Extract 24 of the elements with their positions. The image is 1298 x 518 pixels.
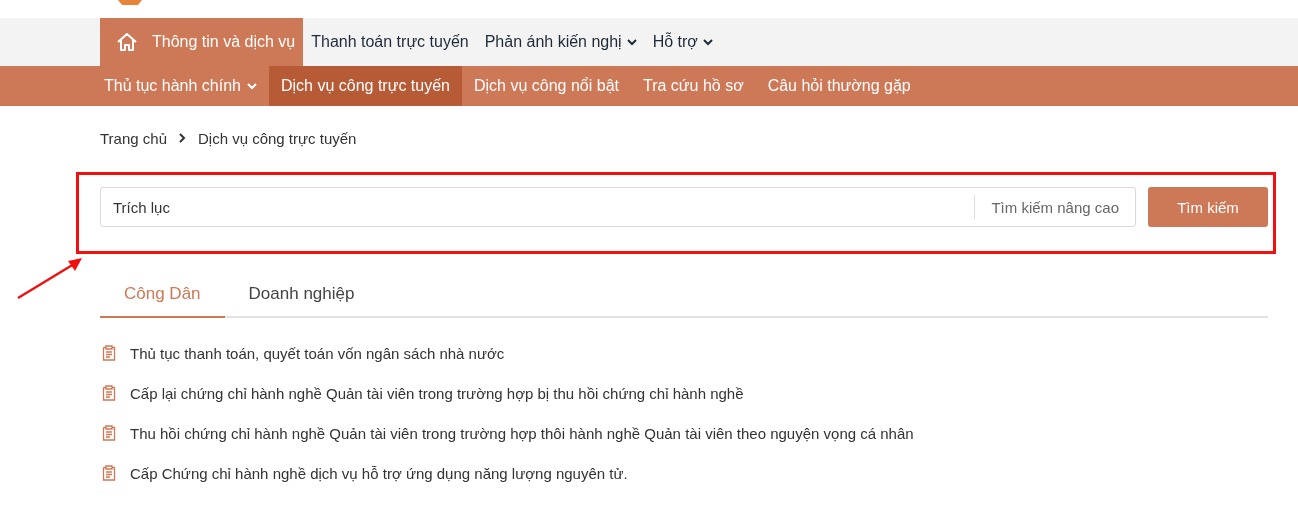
home-icon — [116, 32, 138, 52]
procedure-link[interactable]: Thu hồi chứng chỉ hành nghề Quản tài viên trong trường hợp thôi hành nghề Quản tài viên theo nguyện vọng cá nhân — [130, 424, 914, 442]
search-field[interactable]: Trích lục Tìm kiếm nâng cao — [100, 187, 1136, 227]
chevron-down-icon — [247, 82, 257, 90]
annotation-arrow — [16, 256, 84, 300]
nav-item[interactable]: Thanh toán trực tuyến — [303, 18, 477, 66]
logo-icon — [118, 0, 142, 5]
chevron-down-icon — [626, 38, 637, 46]
procedure-link[interactable]: Cấp Chứng chỉ hành nghề dịch vụ hỗ trợ ứng dụng năng lượng nguyên tử. — [130, 464, 628, 482]
breadcrumb-link[interactable]: Dịch vụ công trực tuyến — [198, 129, 357, 147]
tab[interactable]: Doanh nghiệp — [224, 272, 379, 318]
nav-item[interactable]: Hỗ trợ — [644, 18, 721, 66]
nav-item[interactable]: Phản ánh kiến nghị — [476, 18, 645, 66]
advanced-search-link[interactable]: Tìm kiếm nâng cao — [975, 198, 1135, 216]
procedure-link[interactable]: Cấp lại chứng chỉ hành nghề Quản tài viên trong trường hợp bị thu hồi chứng chỉ hành nghề — [130, 384, 744, 402]
chevron-right-icon — [179, 133, 186, 143]
nav-item[interactable]: Dịch vụ công trực tuyến — [269, 66, 462, 106]
document-icon — [102, 385, 116, 401]
document-icon — [102, 345, 116, 361]
breadcrumb-link[interactable]: Trang chủ — [100, 129, 167, 147]
document-icon — [102, 465, 116, 481]
document-icon — [102, 425, 116, 441]
procedure-link[interactable]: Thủ tục thanh toán, quyết toán vốn ngân sách nhà nước — [130, 344, 505, 362]
chevron-down-icon — [702, 38, 713, 46]
